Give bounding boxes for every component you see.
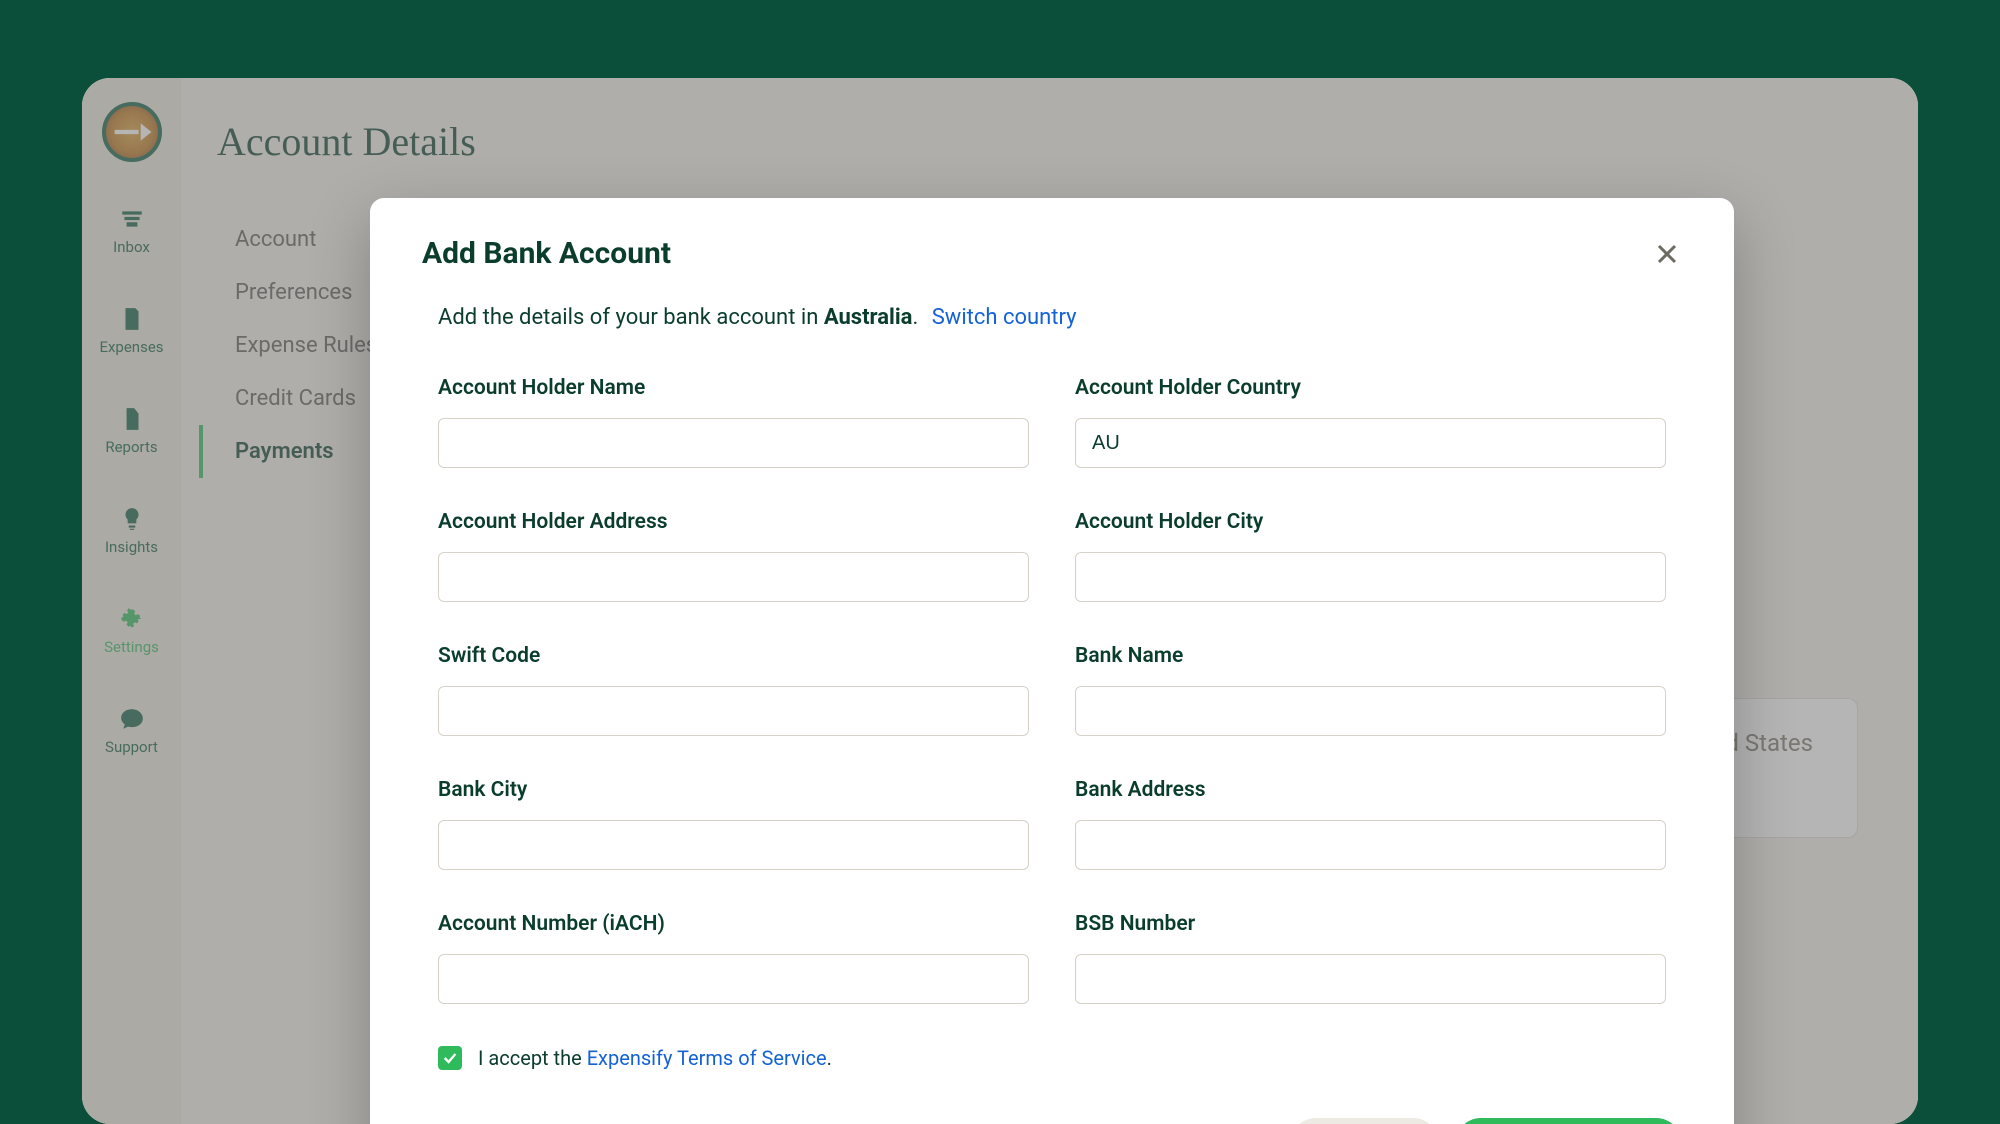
bank-city-input[interactable] xyxy=(438,820,1029,870)
field-label: Account Holder Name xyxy=(438,376,1029,400)
account-holder-name-input[interactable] xyxy=(438,418,1029,468)
close-icon xyxy=(1655,242,1679,266)
field-bank-address: Bank Address xyxy=(1075,778,1666,870)
terms-row: I accept the Expensify Terms of Service. xyxy=(438,1046,1666,1070)
save-continue-button[interactable]: Save & Continue xyxy=(1455,1118,1682,1124)
intro-country: Australia xyxy=(824,305,913,330)
modal-title: Add Bank Account xyxy=(422,236,671,271)
field-label: Bank City xyxy=(438,778,1029,802)
field-account-holder-country: Account Holder Country xyxy=(1075,376,1666,468)
bank-address-input[interactable] xyxy=(1075,820,1666,870)
terms-of-service-link[interactable]: Expensify Terms of Service xyxy=(587,1046,827,1070)
account-number-input[interactable] xyxy=(438,954,1029,1004)
field-label: Swift Code xyxy=(438,644,1029,668)
field-account-holder-address: Account Holder Address xyxy=(438,510,1029,602)
previous-button[interactable]: Previous xyxy=(1290,1118,1439,1124)
footer-buttons: Previous Save & Continue xyxy=(1290,1118,1682,1124)
field-label: Account Holder Country xyxy=(1075,376,1666,400)
field-bank-city: Bank City xyxy=(438,778,1029,870)
field-account-number: Account Number (iACH) xyxy=(438,912,1029,1004)
field-swift-code: Swift Code xyxy=(438,644,1029,736)
field-label: Account Holder City xyxy=(1075,510,1666,534)
terms-suffix: . xyxy=(827,1046,832,1070)
field-account-holder-name: Account Holder Name xyxy=(438,376,1029,468)
account-holder-city-input[interactable] xyxy=(1075,552,1666,602)
close-button[interactable] xyxy=(1652,239,1682,269)
field-bank-name: Bank Name xyxy=(1075,644,1666,736)
field-label: Bank Name xyxy=(1075,644,1666,668)
modal-footer: Privacy Previous Save & Continue xyxy=(422,1118,1682,1124)
switch-country-link[interactable]: Switch country xyxy=(932,305,1077,330)
modal-body: Add the details of your bank account in … xyxy=(422,305,1682,1070)
add-bank-account-modal: Add Bank Account Add the details of your… xyxy=(370,198,1734,1124)
terms-checkbox[interactable] xyxy=(438,1046,462,1070)
modal-header: Add Bank Account xyxy=(422,236,1682,271)
app-frame: Inbox Expenses Reports Insights Settings… xyxy=(82,78,1918,1124)
field-label: Bank Address xyxy=(1075,778,1666,802)
account-holder-country-input[interactable] xyxy=(1075,418,1666,468)
field-label: Account Number (iACH) xyxy=(438,912,1029,936)
swift-code-input[interactable] xyxy=(438,686,1029,736)
bsb-number-input[interactable] xyxy=(1075,954,1666,1004)
field-label: BSB Number xyxy=(1075,912,1666,936)
account-holder-address-input[interactable] xyxy=(438,552,1029,602)
terms-prefix: I accept the xyxy=(478,1046,587,1070)
bank-name-input[interactable] xyxy=(1075,686,1666,736)
field-label: Account Holder Address xyxy=(438,510,1029,534)
field-account-holder-city: Account Holder City xyxy=(1075,510,1666,602)
field-bsb-number: BSB Number xyxy=(1075,912,1666,1004)
intro-suffix: . xyxy=(912,305,918,330)
form-grid: Account Holder Name Account Holder Count… xyxy=(438,376,1666,1004)
intro-prefix: Add the details of your bank account in xyxy=(438,305,824,330)
terms-text: I accept the Expensify Terms of Service. xyxy=(478,1046,832,1070)
modal-intro: Add the details of your bank account in … xyxy=(438,305,1666,330)
check-icon xyxy=(442,1050,458,1066)
